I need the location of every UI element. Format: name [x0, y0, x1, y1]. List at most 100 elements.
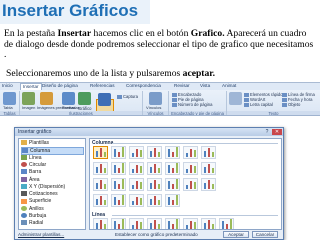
- chart-subtype-thumbnail[interactable]: [111, 218, 126, 229]
- chart-subtype-thumbnail[interactable]: [129, 194, 144, 207]
- thumbnail-bar: [132, 201, 134, 205]
- chart-subtype-thumbnail[interactable]: [111, 146, 126, 159]
- chart-subtype-thumbnail[interactable]: [201, 162, 216, 175]
- textbox-icon[interactable]: [229, 92, 242, 105]
- imagen-label: Imagen: [22, 105, 36, 110]
- list-item-columna[interactable]: Columna: [21, 147, 84, 155]
- thumbnail-bar: [100, 220, 102, 229]
- letra-item[interactable]: Letra capital: [244, 102, 273, 107]
- list-item-linea[interactable]: Línea: [21, 155, 84, 162]
- thumbnail-bar: [158, 184, 160, 189]
- thumbnail-bar: [122, 147, 124, 157]
- group-ilustraciones: Imagen Imágenes prediseñadas Formas Gráf…: [20, 91, 143, 115]
- chart-subtype-thumbnail[interactable]: [165, 218, 180, 229]
- chart-subtype-thumbnail[interactable]: [219, 218, 234, 229]
- tab-revisar[interactable]: Revisar: [174, 83, 190, 88]
- chart-subtype-thumbnail[interactable]: [93, 218, 108, 229]
- chart-subtype-thumbnail[interactable]: [201, 218, 216, 229]
- thumbnail-bar: [114, 221, 116, 229]
- chart-subtype-thumbnail[interactable]: [183, 218, 198, 229]
- list-item-xy[interactable]: X Y (Dispersión): [21, 184, 84, 191]
- list-item-plantillas[interactable]: Plantillas: [21, 140, 84, 147]
- manage-templates-link[interactable]: Administrar plantillas...: [18, 232, 64, 237]
- scatter-chart-icon: [21, 183, 27, 189]
- thumbnail-bar: [190, 149, 192, 157]
- link-icon[interactable]: [149, 92, 162, 105]
- thumbnail-bar: [168, 221, 170, 229]
- ok-button[interactable]: Aceptar: [223, 231, 249, 238]
- thumbnail-bar: [226, 224, 228, 229]
- thumbnail-bar: [172, 224, 174, 229]
- tab-correspondencia[interactable]: Correspondencia: [126, 83, 161, 88]
- list-item-anillos[interactable]: Anillos: [21, 206, 84, 213]
- chart-subtype-thumbnail[interactable]: [129, 218, 144, 229]
- chart-subtype-thumbnail[interactable]: [201, 178, 216, 191]
- chart-subtype-thumbnail[interactable]: [129, 146, 144, 159]
- close-icon[interactable]: ✕: [272, 129, 282, 135]
- chart-subtype-thumbnail[interactable]: [165, 178, 180, 191]
- chart-subtype-thumbnail[interactable]: [93, 162, 108, 175]
- screenshot-icon: [117, 94, 122, 99]
- paragraph2-text: Seleccionaremos uno de la lista y pulsar…: [6, 68, 183, 79]
- chart-subtype-thumbnail[interactable]: [93, 194, 108, 207]
- chart-subtype-thumbnail[interactable]: [111, 194, 126, 207]
- thumbnail-bar: [118, 152, 120, 157]
- chart-subtype-thumbnail[interactable]: [129, 178, 144, 191]
- chart-subtype-thumbnail[interactable]: [129, 162, 144, 175]
- chart-subtype-thumbnail[interactable]: [111, 162, 126, 175]
- tab-animat[interactable]: Animat: [222, 83, 236, 88]
- objeto-item[interactable]: Objeto: [282, 102, 300, 107]
- chart-subtype-thumbnail[interactable]: [93, 178, 108, 191]
- chart-subtype-thumbnail[interactable]: [147, 162, 162, 175]
- chart-subtype-thumbnail[interactable]: [111, 178, 126, 191]
- chart-subtype-thumbnail[interactable]: [183, 178, 198, 191]
- list-item-circular[interactable]: Circular: [21, 162, 84, 169]
- chart-subtype-thumbnail[interactable]: [147, 178, 162, 191]
- thumbnail-bar: [186, 153, 188, 157]
- chart-subtype-thumbnail[interactable]: [147, 218, 162, 229]
- picture-icon[interactable]: [22, 92, 35, 105]
- chart-icon[interactable]: [98, 93, 111, 106]
- list-item-superficie[interactable]: Superficie: [21, 198, 84, 205]
- list-item-cotizaciones[interactable]: Cotizaciones: [21, 191, 84, 198]
- chart-subtype-thumbnail[interactable]: [165, 194, 180, 207]
- list-item-burbuja[interactable]: Burbuja: [21, 213, 84, 220]
- thumbnail-bar: [100, 196, 102, 205]
- chart-subtype-thumbnail[interactable]: [165, 162, 180, 175]
- chart-subtype-thumbnail[interactable]: [165, 146, 180, 159]
- thumbnail-bar: [132, 185, 134, 189]
- list-item-radial[interactable]: Radial: [21, 220, 84, 227]
- list-item-label: Línea: [29, 154, 42, 161]
- list-item-barra[interactable]: Barra: [21, 169, 84, 176]
- tablas-group-label: Tablas: [0, 111, 19, 115]
- smartart-icon[interactable]: [78, 92, 91, 105]
- tab-diseno[interactable]: Diseño de página: [42, 83, 78, 88]
- set-default-button[interactable]: Establecer como gráfico predeterminado: [115, 232, 198, 237]
- thumbnail-bar: [114, 149, 116, 157]
- chart-subtype-thumbnail[interactable]: [147, 194, 162, 207]
- chart-subtype-thumbnail[interactable]: [183, 146, 198, 159]
- thumbnail-bar: [100, 164, 102, 173]
- thumbnail-bar: [96, 151, 98, 157]
- thumbnail-bar: [204, 223, 206, 229]
- chart-subtype-thumbnail[interactable]: [93, 146, 108, 159]
- thumbnail-bar: [114, 165, 116, 173]
- numpagina-item[interactable]: Número de página: [172, 102, 212, 107]
- table-icon[interactable]: [3, 92, 16, 105]
- help-icon[interactable]: ?: [264, 129, 270, 135]
- thumbnail-bar: [136, 165, 138, 173]
- thumbnail-bar: [230, 219, 232, 229]
- chart-subtype-thumbnail[interactable]: [147, 146, 162, 159]
- chart-subtype-thumbnail[interactable]: [201, 146, 216, 159]
- tab-inicio[interactable]: Inicio: [2, 83, 13, 88]
- chart-subtype-thumbnail[interactable]: [183, 162, 198, 175]
- tab-vista[interactable]: Vista: [200, 83, 210, 88]
- clipart-icon[interactable]: [40, 92, 53, 105]
- list-item-area[interactable]: Área: [21, 177, 84, 184]
- column-chart-icon: [22, 148, 28, 154]
- cancel-button[interactable]: Cancelar: [252, 231, 278, 238]
- tab-referencias[interactable]: Referencias: [90, 83, 115, 88]
- captura-item[interactable]: Captura: [117, 94, 138, 99]
- shapes-icon[interactable]: [62, 92, 75, 105]
- tab-insertar[interactable]: Insertar: [20, 83, 42, 90]
